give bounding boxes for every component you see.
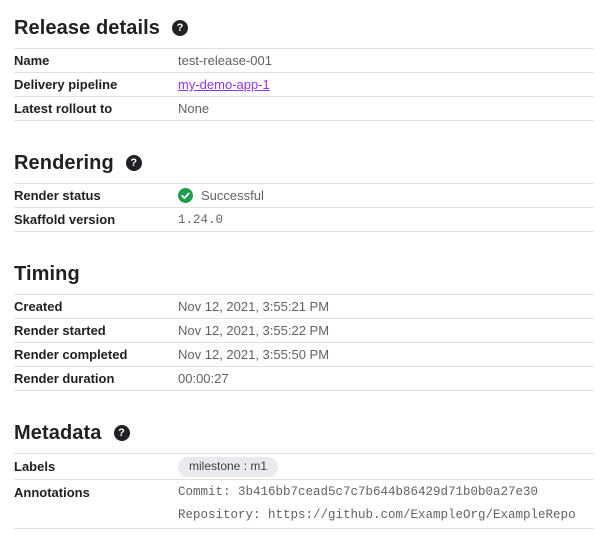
row-label: Render started	[14, 323, 178, 338]
row-label: Skaffold version	[14, 212, 178, 227]
table-row-render-completed: Render completed Nov 12, 2021, 3:55:50 P…	[14, 343, 594, 367]
table-row-render-status: Render status Successful	[14, 184, 594, 208]
table-row-render-duration: Render duration 00:00:27	[14, 367, 594, 391]
section-release-details: Release details ? Name test-release-001 …	[14, 16, 594, 121]
label-chip: milestone : m1	[178, 457, 278, 477]
section-title-metadata: Metadata ?	[14, 421, 594, 445]
render-duration-value: 00:00:27	[178, 371, 229, 386]
section-title: Metadata	[14, 421, 102, 445]
section-metadata: Metadata ? Labels milestone : m1 Annotat…	[14, 421, 594, 529]
row-label: Render completed	[14, 347, 178, 362]
section-title: Timing	[14, 262, 80, 286]
help-icon[interactable]: ?	[126, 155, 142, 171]
rendering-table: Render status Successful Skaffold versio…	[14, 183, 594, 232]
table-row-labels: Labels milestone : m1	[14, 454, 594, 480]
labels-value: milestone : m1	[178, 457, 278, 477]
created-value: Nov 12, 2021, 3:55:21 PM	[178, 299, 329, 314]
row-label: Latest rollout to	[14, 101, 178, 116]
section-title: Rendering	[14, 151, 114, 175]
render-completed-value: Nov 12, 2021, 3:55:50 PM	[178, 347, 329, 362]
section-rendering: Rendering ? Render status Successful Ska…	[14, 151, 594, 232]
release-details-table: Name test-release-001 Delivery pipeline …	[14, 48, 594, 121]
page-title: Release details	[14, 16, 160, 40]
row-label: Created	[14, 299, 178, 314]
release-name-value: test-release-001	[178, 53, 272, 68]
table-row-delivery-pipeline: Delivery pipeline my-demo-app-1	[14, 73, 594, 97]
help-icon[interactable]: ?	[172, 20, 188, 36]
row-label: Annotations	[14, 481, 178, 504]
row-label: Render status	[14, 188, 178, 203]
row-label: Render duration	[14, 371, 178, 386]
row-label: Delivery pipeline	[14, 77, 178, 92]
status-badge: Successful	[201, 188, 264, 203]
table-row-skaffold-version: Skaffold version 1.24.0	[14, 208, 594, 232]
render-status-value: Successful	[178, 188, 264, 203]
check-circle-icon	[178, 188, 193, 203]
delivery-pipeline-link[interactable]: my-demo-app-1	[178, 77, 270, 92]
latest-rollout-value: None	[178, 101, 209, 116]
row-label: Name	[14, 53, 178, 68]
table-row-created: Created Nov 12, 2021, 3:55:21 PM	[14, 295, 594, 319]
timing-table: Created Nov 12, 2021, 3:55:21 PM Render …	[14, 294, 594, 391]
table-row-name: Name test-release-001	[14, 49, 594, 73]
section-timing: Timing Created Nov 12, 2021, 3:55:21 PM …	[14, 262, 594, 391]
help-icon[interactable]: ?	[114, 425, 130, 441]
render-started-value: Nov 12, 2021, 3:55:22 PM	[178, 323, 329, 338]
annotation-repository: Repository: https://github.com/ExampleOr…	[178, 504, 576, 527]
section-title-rendering: Rendering ?	[14, 151, 594, 175]
table-row-latest-rollout: Latest rollout to None	[14, 97, 594, 121]
annotation-commit: Commit: 3b416bb7cead5c7c7b644b86429d71b0…	[178, 481, 576, 504]
table-row-render-started: Render started Nov 12, 2021, 3:55:22 PM	[14, 319, 594, 343]
row-label: Labels	[14, 459, 178, 474]
skaffold-version-value: 1.24.0	[178, 213, 223, 227]
annotations-value: Commit: 3b416bb7cead5c7c7b644b86429d71b0…	[178, 481, 576, 527]
section-title-timing: Timing	[14, 262, 594, 286]
table-row-annotations: Annotations Commit: 3b416bb7cead5c7c7b64…	[14, 480, 594, 529]
metadata-table: Labels milestone : m1 Annotations Commit…	[14, 453, 594, 529]
section-title-release-details: Release details ?	[14, 16, 594, 40]
